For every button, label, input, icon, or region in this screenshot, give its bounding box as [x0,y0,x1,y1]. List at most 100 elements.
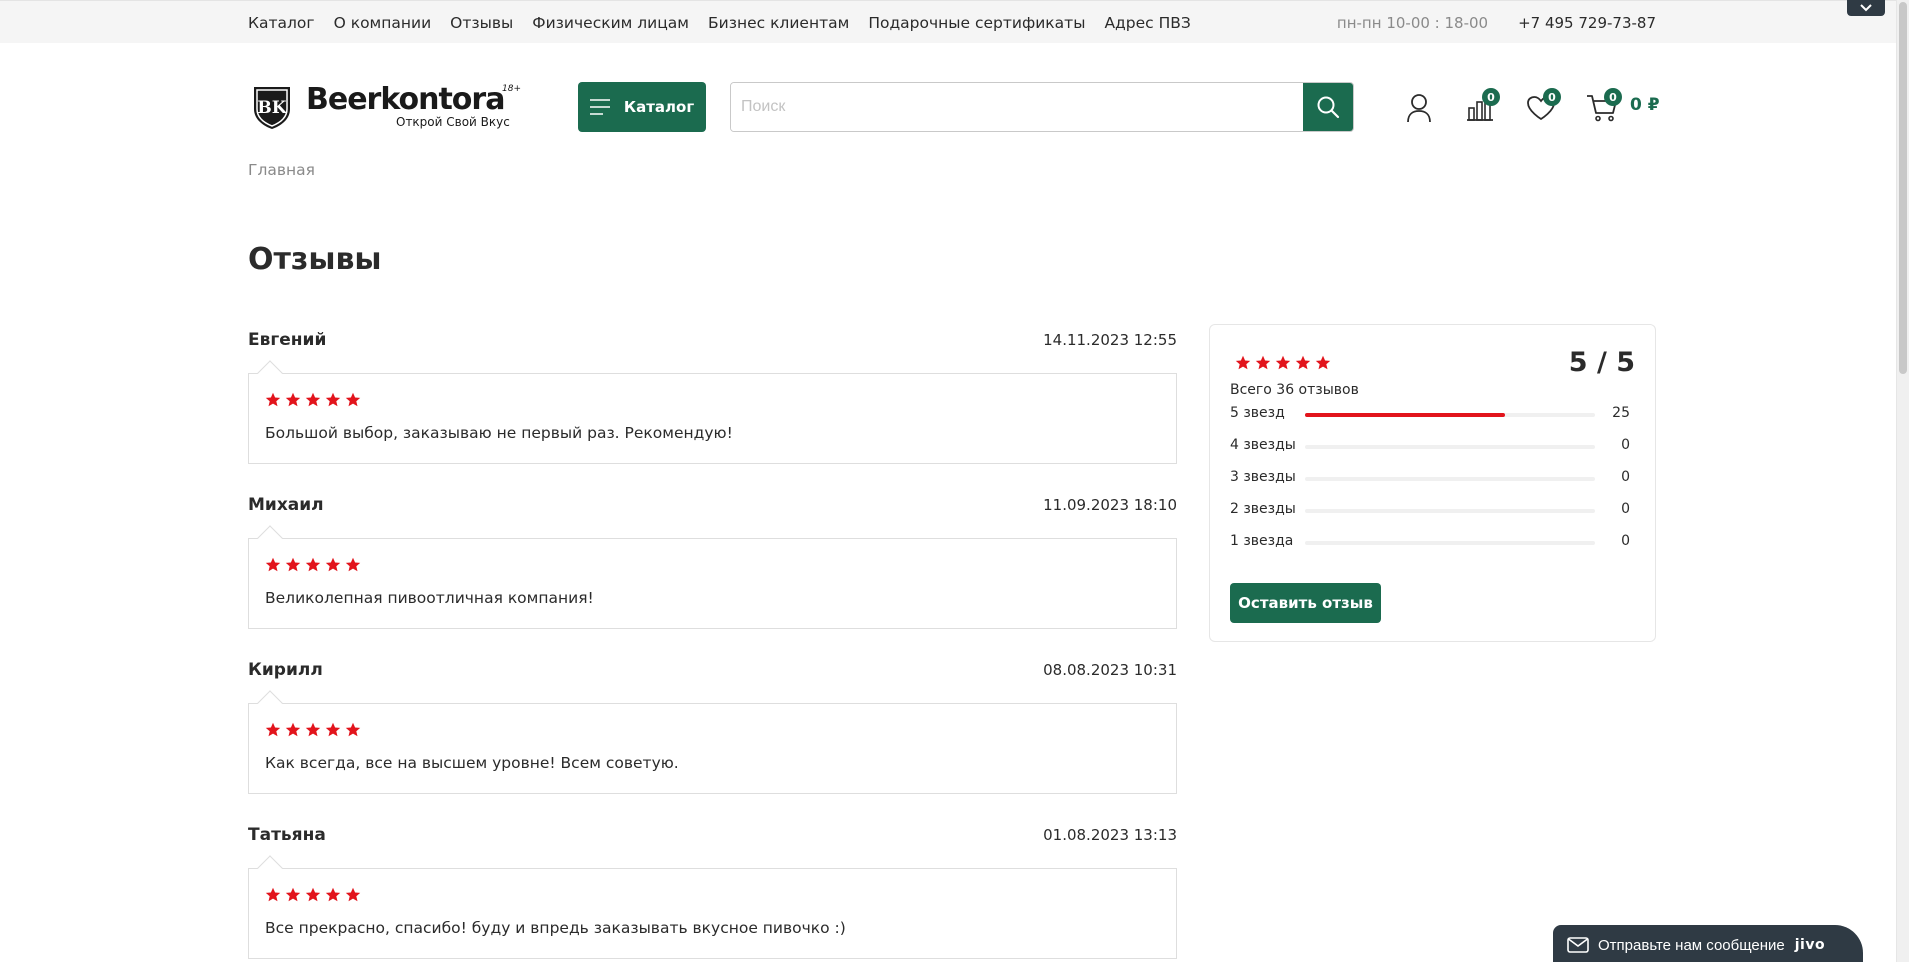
review-rating [265,887,361,903]
review-notch [257,525,283,551]
star-icon [305,557,321,572]
star-icon [265,887,281,902]
star-icon [285,392,301,407]
rating-row-count: 0 [1621,437,1630,453]
rating-row-label: 1 звезда [1230,533,1294,549]
favorites-count-badge: 0 [1543,88,1561,106]
rating-row-track [1305,509,1595,513]
review-text: Великолепная пивоотличная компания! [265,589,594,607]
account-button[interactable] [1399,88,1439,128]
leave-review-button[interactable]: Оставить отзыв [1230,583,1381,623]
star-icon [325,557,341,572]
star-icon [1235,355,1251,370]
review-author: Михаил [248,495,324,515]
topnav-business-link[interactable]: Бизнес клиентам [708,14,849,32]
rating-row-count: 0 [1621,533,1630,549]
review-body: Большой выбор, заказываю не первый раз. … [248,360,1177,464]
search-button[interactable] [1303,83,1353,131]
star-icon [1275,355,1291,370]
rating-row-track [1305,541,1595,545]
star-icon [285,557,301,572]
review-notch [257,855,283,881]
cart-count-badge: 0 [1604,88,1622,106]
review-date: 01.08.2023 13:13 [1043,826,1177,844]
user-icon [1407,94,1431,123]
menu-icon [589,99,610,115]
logo-wordmark: Beerkontora 18+ Открой Свой Вкус [306,82,521,132]
star-icon [285,887,301,902]
top-nav: Каталог О компании Отзывы Физическим лиц… [248,14,1210,32]
logo-shield-icon: BK [254,87,290,129]
topnav-catalog-link[interactable]: Каталог [248,14,315,32]
chat-widget[interactable]: Отправьте нам сообщение jivo [1553,925,1863,962]
phone-link[interactable]: +7 495 729-73-87 [1518,14,1656,32]
rating-row-fill [1305,413,1506,417]
rating-row-count: 0 [1621,501,1630,517]
catalog-button-label: Каталог [623,98,695,116]
review-body: Великолепная пивоотличная компания! [248,525,1177,629]
rating-row: 4 звезды 0 [1230,437,1630,457]
review-author: Евгений [248,330,327,350]
breadcrumb-home[interactable]: Главная [248,161,315,179]
star-icon [325,392,341,407]
logo-brand: Beerkontora [306,82,505,117]
chevron-down-icon [1860,4,1872,12]
review-date: 11.09.2023 18:10 [1043,496,1177,514]
topnav-gift-cards-link[interactable]: Подарочные сертификаты [868,14,1085,32]
rating-row-label: 4 звезды [1230,437,1296,453]
favorites-button[interactable]: 0 [1521,88,1561,128]
review-notch [257,690,283,716]
star-icon [265,557,281,572]
rating-row: 2 звезды 0 [1230,501,1630,521]
review-date: 14.11.2023 12:55 [1043,331,1177,349]
collapse-tab[interactable] [1847,0,1885,16]
average-score: 5 / 5 [1568,347,1635,378]
star-icon [345,722,361,737]
review-text: Как всегда, все на высшем уровне! Всем с… [265,754,679,772]
search-icon [1317,96,1340,119]
rating-row-label: 3 звезды [1230,469,1296,485]
cart-total[interactable]: 0 ₽ [1630,95,1660,115]
chat-brand: jivo [1794,937,1826,953]
search-input[interactable] [731,83,1303,131]
review-rating [265,557,361,573]
review-rating [265,722,361,738]
logo-tagline: Открой Свой Вкус [396,115,510,129]
top-bar: Каталог О компании Отзывы Физическим лиц… [0,0,1909,43]
topnav-individuals-link[interactable]: Физическим лицам [532,14,689,32]
site-logo[interactable]: BK Beerkontora 18+ Открой Свой Вкус [248,82,523,132]
review-text: Все прекрасно, спасибо! буду и впредь за… [265,919,846,937]
rating-row-label: 5 звезд [1230,405,1285,421]
cart-button[interactable]: 0 [1582,88,1622,128]
review-author: Кирилл [248,660,323,680]
topnav-about-link[interactable]: О компании [334,14,432,32]
rating-row-count: 25 [1612,405,1630,421]
rating-row: 5 звезд 25 [1230,405,1630,425]
compare-button[interactable]: 0 [1460,88,1500,128]
logo-age-mark: 18+ [502,84,521,94]
star-icon [1295,355,1311,370]
topnav-reviews-link[interactable]: Отзывы [450,14,513,32]
review-text: Большой выбор, заказываю не первый раз. … [265,424,733,442]
summary-rating [1235,355,1331,371]
rating-summary: 5 / 5 Всего 36 отзывов 5 звезд 25 4 звез… [1209,324,1656,642]
review-notch [257,360,283,386]
catalog-button[interactable]: Каталог [578,82,706,132]
rating-row-track [1305,413,1595,417]
review-author: Татьяна [248,825,326,845]
star-icon [1315,355,1331,370]
scrollbar-thumb[interactable] [1899,2,1907,374]
topnav-pickup-address-link[interactable]: Адрес ПВЗ [1104,14,1190,32]
review-body: Как всегда, все на высшем уровне! Всем с… [248,690,1177,794]
star-icon [325,887,341,902]
review-body: Все прекрасно, спасибо! буду и впредь за… [248,855,1177,959]
total-reviews: Всего 36 отзывов [1230,382,1359,398]
star-icon [305,392,321,407]
scrollbar[interactable] [1896,0,1909,962]
star-icon [305,887,321,902]
rating-row-track [1305,477,1595,481]
chat-label: Отправьте нам сообщение [1598,936,1785,954]
review-rating [265,392,361,408]
star-icon [345,887,361,902]
star-icon [1255,355,1271,370]
